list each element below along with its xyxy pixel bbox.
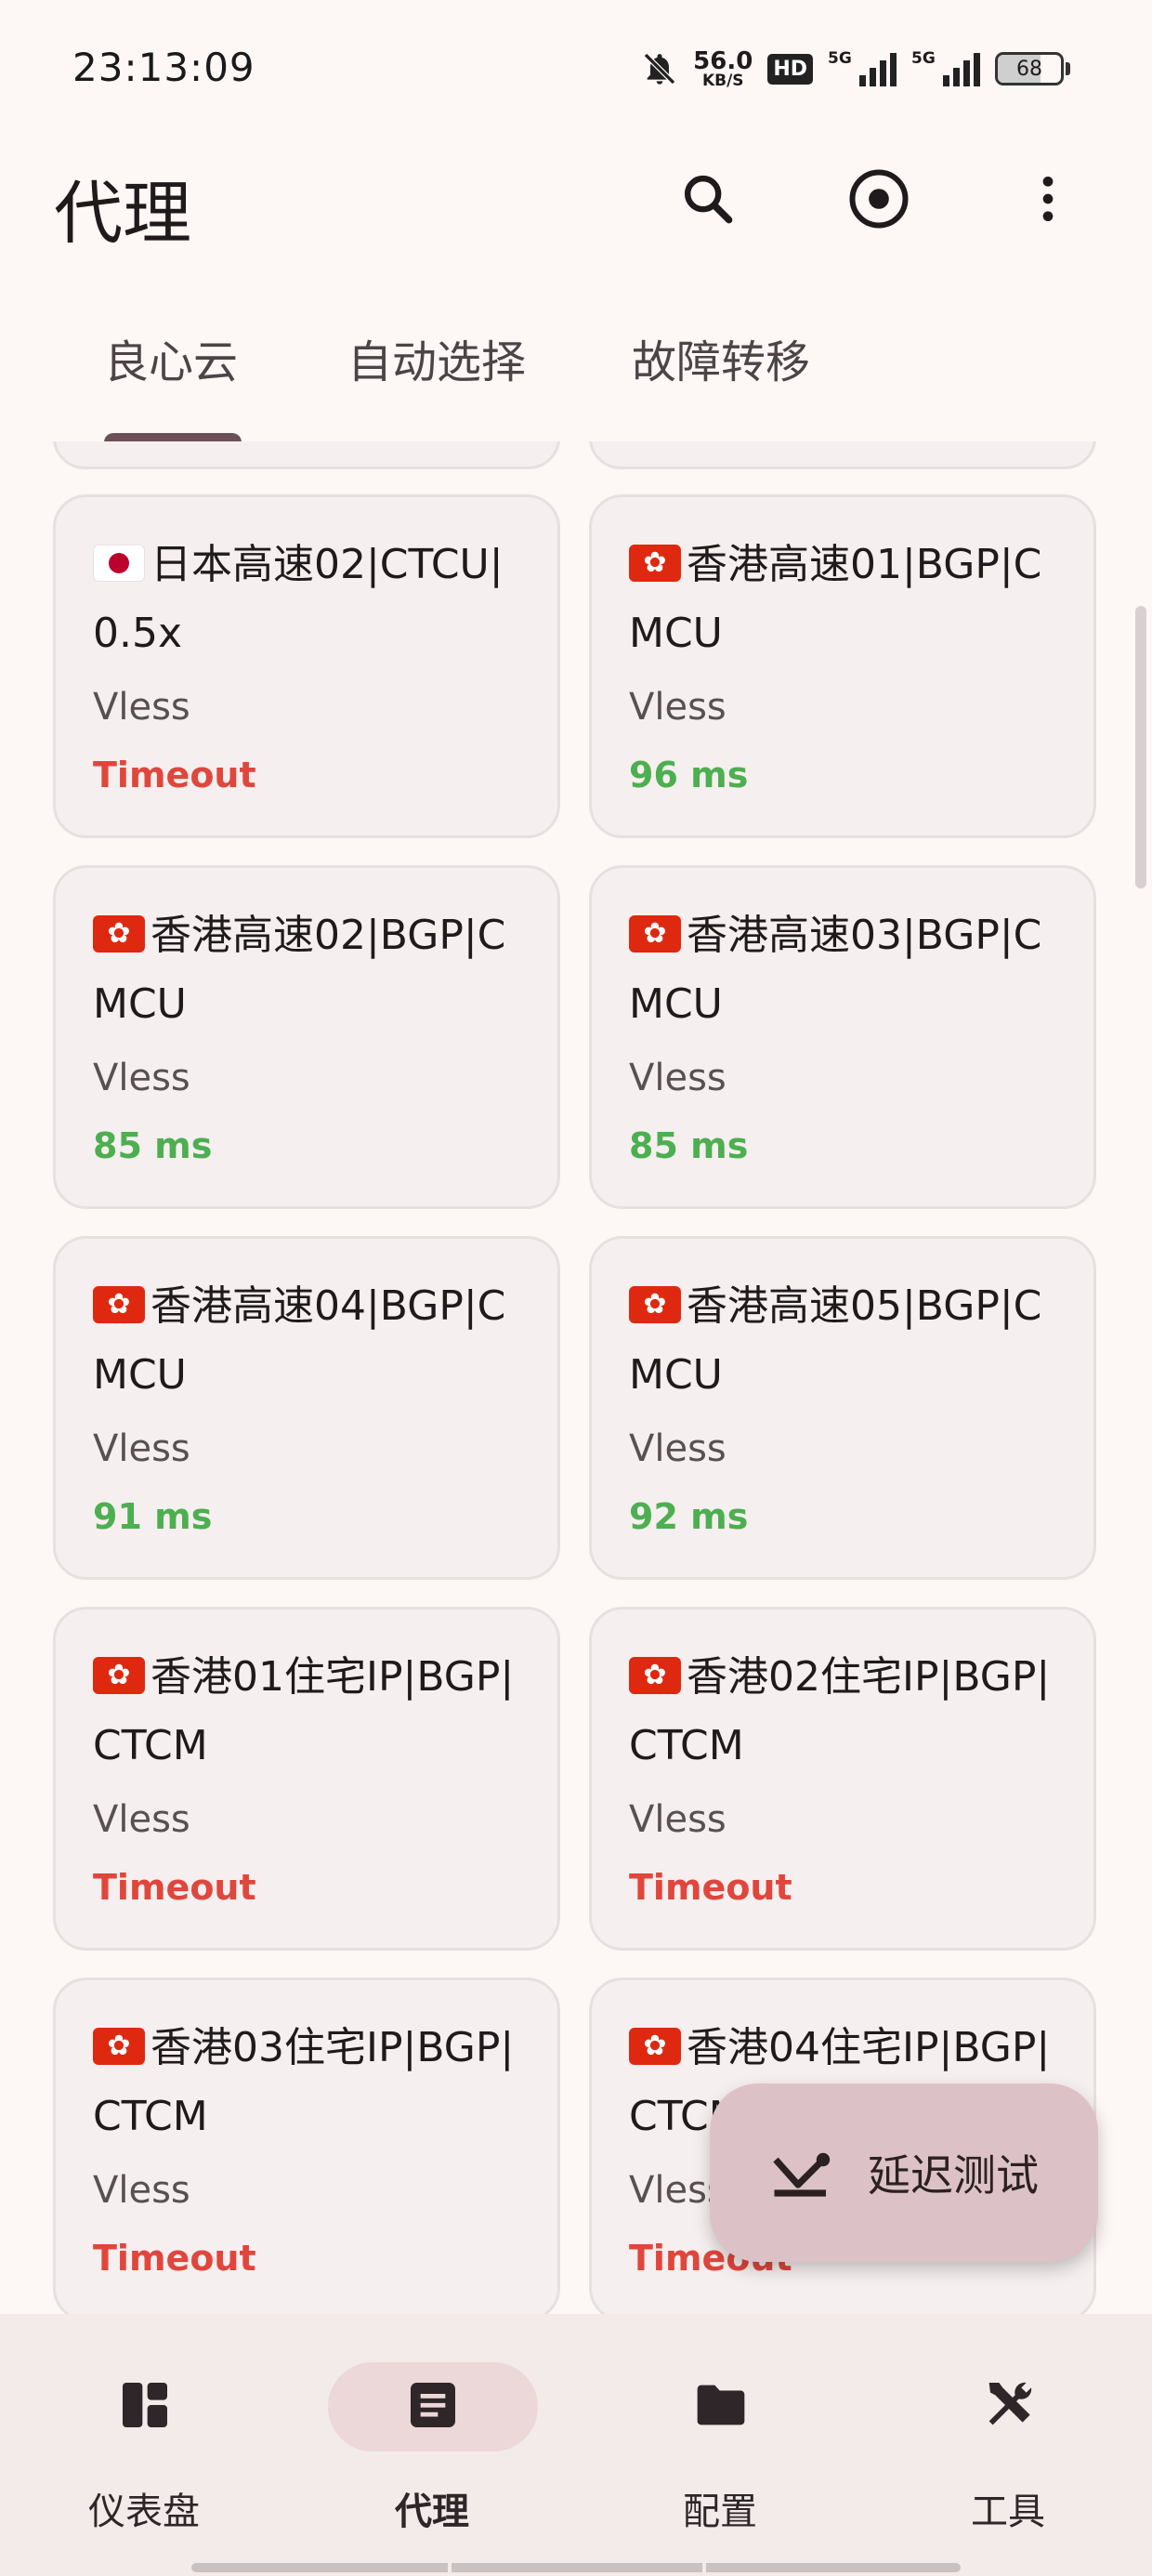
app-bar: 代理: [0, 130, 1152, 269]
network-speed: 56.0 KB/S: [693, 46, 753, 90]
flag-hk-icon: [629, 1286, 681, 1323]
proxy-name: 香港高速03|BGP|CMCU: [629, 912, 1042, 1028]
proxy-delay: Timeout: [93, 755, 256, 795]
folder-icon: [691, 2375, 751, 2438]
proxy-grid: 日本高速02|CTCU|0.5x Vless Timeout 香港高速01|BG…: [0, 441, 1152, 2314]
nav-label: 工具: [971, 2491, 1045, 2533]
nav-profiles[interactable]: 配置: [576, 2314, 864, 2576]
nav-label: 仪表盘: [88, 2491, 200, 2533]
article-icon: [403, 2375, 463, 2438]
proxy-type: Vless: [629, 1427, 727, 1470]
proxy-card[interactable]: 香港01住宅IP|BGP|CTCM Vless Timeout: [53, 1607, 560, 1951]
search-icon: [678, 169, 738, 232]
latency-test-button[interactable]: 延迟测试: [710, 2083, 1098, 2262]
tools-icon: [979, 2375, 1039, 2438]
speed-test-icon: [767, 2137, 834, 2208]
status-bar: 23:13:09 56.0 KB/S HD 5G 5G 68: [0, 0, 1152, 130]
flag-hk-icon: [93, 2028, 145, 2065]
nav-label: 配置: [683, 2491, 757, 2533]
page-title: 代理: [54, 174, 191, 254]
proxy-name: 香港高速05|BGP|CMCU: [629, 1282, 1042, 1399]
proxy-delay: Timeout: [629, 1867, 792, 1908]
proxy-card[interactable]: 香港高速02|BGP|CMCU Vless 85 ms: [53, 865, 560, 1209]
nav-proxies[interactable]: 代理: [288, 2314, 576, 2576]
proxy-card[interactable]: 香港高速01|BGP|CMCU Vless 96 ms: [589, 494, 1096, 838]
group-tabs: 良心云 自动选择 故障转移: [0, 316, 1152, 444]
proxy-card[interactable]: 香港高速04|BGP|CMCU Vless 91 ms: [53, 1236, 560, 1580]
proxy-delay: 96 ms: [629, 755, 749, 795]
proxy-type: Vless: [93, 1057, 190, 1099]
proxy-card[interactable]: 日本高速02|CTCU|0.5x Vless Timeout: [53, 494, 560, 838]
more-vert-icon: [1018, 169, 1078, 232]
hd-voice-icon: HD: [767, 53, 813, 85]
proxy-name: 日本高速02|CTCU|0.5x: [93, 541, 504, 657]
proxy-card[interactable]: 香港03住宅IP|BGP|CTCM Vless Timeout: [53, 1978, 560, 2314]
flag-jp-icon: [93, 545, 145, 582]
nav-label: 代理: [395, 2491, 469, 2533]
proxy-name: 香港01住宅IP|BGP|CTCM: [93, 1653, 515, 1769]
flag-hk-icon: [93, 1657, 145, 1694]
proxy-delay: 92 ms: [629, 1496, 749, 1537]
proxy-type: Vless: [629, 686, 727, 729]
proxy-type: Vless: [629, 1798, 727, 1841]
tab-failover[interactable]: 故障转移: [632, 316, 810, 409]
proxy-delay: Timeout: [93, 1867, 256, 1908]
proxy-type: Vless: [93, 2169, 190, 2212]
proxy-name: 香港高速04|BGP|CMCU: [93, 1282, 506, 1399]
proxy-type: Vless: [93, 686, 190, 729]
status-time: 23:13:09: [72, 45, 255, 90]
flag-hk-icon: [93, 1286, 145, 1323]
bell-muted-icon: [641, 50, 678, 87]
proxy-card[interactable]: 香港高速03|BGP|CMCU Vless 85 ms: [589, 865, 1096, 1209]
proxy-delay: 85 ms: [629, 1125, 749, 1166]
bottom-navigation: 仪表盘 代理 配置 工具: [0, 2314, 1152, 2576]
proxy-delay: 91 ms: [93, 1496, 213, 1537]
signal-icon-sim1: 5G: [828, 49, 897, 86]
proxy-delay: Timeout: [93, 2238, 256, 2279]
proxy-name: 香港02住宅IP|BGP|CTCM: [629, 1653, 1051, 1769]
proxy-name: 香港高速01|BGP|CMCU: [629, 541, 1042, 657]
proxy-type: Vless: [629, 1057, 727, 1099]
signal-icon-sim2: 5G: [911, 49, 980, 86]
status-icons: 56.0 KB/S HD 5G 5G 68: [641, 41, 1070, 97]
nav-dashboard[interactable]: 仪表盘: [0, 2314, 288, 2576]
flag-hk-icon: [629, 545, 681, 582]
dashboard-icon: [115, 2375, 175, 2438]
more-options-button[interactable]: [1003, 156, 1093, 245]
battery-icon: 68: [995, 52, 1070, 85]
select-current-button[interactable]: [834, 156, 923, 245]
search-button[interactable]: [663, 156, 753, 245]
flag-hk-icon: [629, 1657, 681, 1694]
proxy-card[interactable]: 香港02住宅IP|BGP|CTCM Vless Timeout: [589, 1607, 1096, 1951]
tab-liangxinyun[interactable]: 良心云: [104, 316, 238, 409]
proxy-card[interactable]: 香港高速05|BGP|CMCU Vless 92 ms: [589, 1236, 1096, 1580]
fab-label: 延迟测试: [868, 2150, 1039, 2201]
scrollbar-thumb[interactable]: [1135, 606, 1146, 888]
home-indicator: [191, 2563, 961, 2572]
proxy-name: 香港03住宅IP|BGP|CTCM: [93, 2024, 515, 2140]
flag-hk-icon: [93, 915, 145, 953]
proxy-delay: 85 ms: [93, 1125, 213, 1166]
target-icon: [845, 165, 912, 236]
proxy-name: 香港高速02|BGP|CMCU: [93, 912, 506, 1028]
flag-hk-icon: [629, 2028, 681, 2065]
nav-tools[interactable]: 工具: [864, 2314, 1152, 2576]
tab-auto-select[interactable]: 自动选择: [347, 316, 526, 409]
proxy-type: Vless: [93, 1798, 190, 1841]
proxy-type: Vless: [93, 1427, 190, 1470]
flag-hk-icon: [629, 915, 681, 953]
